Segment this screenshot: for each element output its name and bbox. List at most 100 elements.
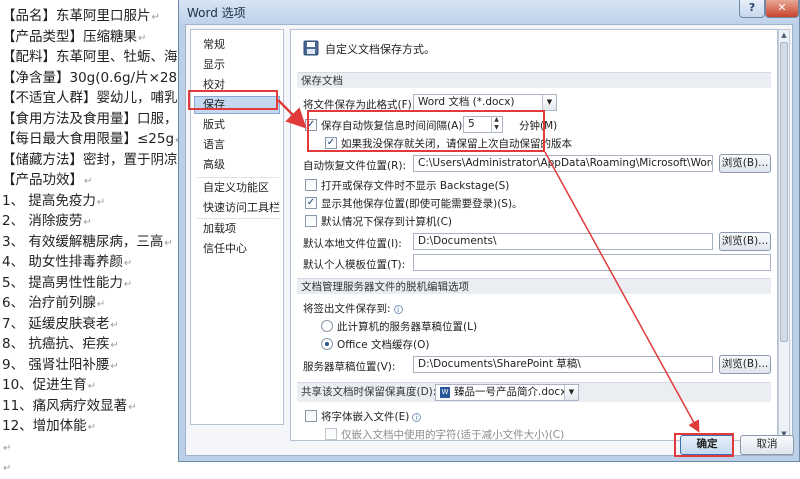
document-line-text: 10、促进生育 [2, 377, 87, 393]
content-scrollbar[interactable]: ▲ ▼ [778, 29, 790, 441]
options-nav: 常规 显示 校对 保存 版式 语言 高级 自定义功能区 快速访问工具栏 加载项 信任中心 [190, 29, 284, 425]
default-local-input[interactable]: D:\Documents\ [413, 233, 713, 250]
nav-separator [197, 218, 279, 219]
paragraph-mark: ↵ [96, 196, 106, 208]
office-cache-radio[interactable] [321, 338, 333, 350]
paragraph-mark: ↵ [96, 299, 106, 310]
ok-button-highlight [674, 433, 734, 457]
document-line-text: 【每日最大食用限量】≤25g [2, 131, 175, 147]
close-button[interactable]: ✕ [765, 0, 799, 18]
info-icon: i [412, 412, 422, 422]
fidelity-document-value: 臻品一号产品简介.docx [454, 386, 567, 398]
paragraph-mark: ↵ [128, 401, 137, 413]
document-line-text: 7、 延缓皮肤衰老 [2, 315, 110, 332]
nav-item-4[interactable]: 版式 [194, 116, 280, 134]
document-line: 【每日最大食用限量】≤25g↵ [2, 129, 183, 151]
dialog-title: Word 选项 [187, 6, 246, 20]
embed-fonts-checkbox[interactable] [305, 410, 317, 422]
nav-item-8[interactable]: 快速访问工具栏 [194, 199, 280, 217]
document-line-text: 11、痛风病疗效显著 [2, 397, 128, 414]
drafts-location-value: D:\Documents\SharePoint 草稿\ [418, 358, 581, 370]
no-backstage-checkbox[interactable] [305, 179, 317, 191]
scroll-up-icon[interactable]: ▲ [779, 30, 789, 41]
embed-subset-checkbox[interactable] [325, 428, 337, 440]
document-line-text: 【不适宜人群】婴幼儿，哺乳期妇 [2, 90, 205, 106]
cancel-button[interactable]: 取消 [740, 435, 794, 455]
browse-autorecover-button[interactable]: 浏览(B)... [719, 154, 771, 173]
document-line: 6、 治疗前列腺↵ [2, 293, 105, 315]
default-local-label: 默认本地文件位置(I): [303, 238, 402, 250]
nav-item-9[interactable]: 加载项 [194, 220, 280, 238]
document-page: 【品名】东革阿里口服片↵【产品类型】压缩糖果↵【配料】东革阿里、牡蛎、海参、↵【… [0, 0, 214, 474]
document-line: 7、 延缓皮肤衰老↵ [2, 314, 119, 336]
paragraph-mark: ↵ [164, 237, 173, 249]
format-select[interactable]: Word 文档 (*.docx) ▼ [413, 94, 557, 111]
chevron-down-icon: ▼ [564, 385, 578, 400]
paragraph-mark: ↵ [110, 319, 119, 331]
server-drafts-label: 此计算机的服务器草稿位置(L) [337, 321, 478, 333]
document-line-text: 1、 提高免疫力 [2, 192, 96, 209]
default-template-input[interactable] [413, 254, 771, 271]
document-line-text: 5、 提高男性性能力 [2, 274, 123, 291]
nav-item-6[interactable]: 高级 [194, 156, 280, 174]
radio-selected-dot [325, 342, 329, 346]
document-line-text: 6、 治疗前列腺 [2, 295, 96, 311]
panel-header: 自定义文档保存方式。 [325, 43, 435, 56]
document-line-text: 【配料】东革阿里、牡蛎、海参、 [2, 49, 205, 65]
empty-paragraph: ↵ [2, 437, 11, 459]
fidelity-label: 共享该文档时保留保真度(D): [301, 386, 437, 398]
help-button[interactable]: ? [739, 0, 765, 18]
paragraph-mark: ↵ [84, 176, 93, 187]
server-drafts-radio[interactable] [321, 320, 333, 332]
title-bar[interactable]: Word 选项 ? ✕ [179, 0, 799, 24]
autorecover-location-label: 自动恢复文件位置(R): [303, 160, 407, 172]
browse-drafts-button[interactable]: 浏览(B)... [719, 355, 771, 374]
fidelity-document-select[interactable]: W 臻品一号产品简介.docx ▼ [435, 384, 579, 401]
document-line-text: 3、 有效缓解糖尿病，三高 [2, 233, 164, 250]
save-disk-icon [303, 40, 319, 56]
nav-item-1[interactable]: 显示 [194, 56, 280, 74]
section-offline: 文档管理服务器文件的脱机编辑选项 [297, 278, 771, 294]
word-options-dialog: Word 选项 ? ✕ 常规 显示 校对 保存 版式 语言 高级 自定义功能区 快速访问工具栏加… [178, 0, 800, 462]
document-line: 2、 消除疲劳↵ [2, 211, 92, 233]
section-save-documents: 保存文档 [297, 72, 771, 88]
default-computer-checkbox[interactable] [305, 215, 317, 227]
document-line: 【净含量】30g(0.6g/片×28片)↵ [2, 68, 205, 90]
document-line-text: 8、 抗癌抗、疟疾 [2, 336, 110, 352]
document-line: 5、 提高男性性能力↵ [2, 273, 132, 295]
paragraph-mark: ↵ [87, 422, 97, 433]
nav-item-5[interactable]: 语言 [194, 136, 280, 154]
paragraph-mark: ↵ [3, 442, 12, 454]
nav-item-7[interactable]: 自定义功能区 [194, 179, 280, 197]
paragraph-mark: ↵ [110, 360, 119, 372]
info-icon: i [393, 304, 403, 314]
document-line-text: 【产品功效】 [2, 172, 83, 188]
dialog-body: 常规 显示 校对 保存 版式 语言 高级 自定义功能区 快速访问工具栏 加载项 信任中心 自定义文档… [185, 24, 794, 456]
show-additional-checkbox[interactable]: ✓ [305, 197, 317, 209]
autorecover-location-input[interactable]: C:\Users\Administrator\AppData\Roaming\M… [413, 155, 713, 172]
autorecover-highlight [307, 110, 545, 152]
document-line-text: 2、 消除疲劳 [2, 213, 83, 229]
paragraph-mark: ↵ [110, 340, 119, 351]
nav-item-0[interactable]: 常规 [194, 36, 280, 54]
no-backstage-label: 打开或保存文件时不显示 Backstage(S) [321, 180, 510, 192]
nav-item-10[interactable]: 信任中心 [194, 240, 280, 258]
nav-save-highlight [188, 90, 278, 110]
document-line: 12、增加体能↵ [2, 416, 96, 438]
document-line-text: 【品名】东革阿里口服片 [2, 8, 151, 24]
default-local-value: D:\Documents\ [418, 235, 497, 247]
word-doc-icon: W [440, 386, 450, 398]
document-line: 8、 抗癌抗、疟疾↵ [2, 334, 119, 356]
document-line: 11、痛风病疗效显著↵ [2, 396, 137, 418]
paragraph-mark: ↵ [87, 381, 97, 392]
document-line-text: 【储藏方法】密封，置于阴凉干燥 [2, 151, 205, 168]
empty-paragraph: ↵ [2, 457, 11, 479]
scroll-thumb[interactable] [780, 42, 788, 342]
autorecover-location-value: C:\Users\Administrator\AppData\Roaming\M… [418, 157, 713, 169]
browse-local-button[interactable]: 浏览(B)... [719, 232, 771, 251]
default-template-label: 默认个人模板位置(T): [303, 259, 406, 271]
drafts-location-input[interactable]: D:\Documents\SharePoint 草稿\ [413, 356, 713, 373]
default-computer-label: 默认情况下保存到计算机(C) [321, 216, 453, 228]
document-line: 4、 助女性排毒养颜↵ [2, 252, 132, 274]
show-additional-label: 显示其他保存位置(即使可能需要登录)(S)。 [321, 198, 523, 210]
